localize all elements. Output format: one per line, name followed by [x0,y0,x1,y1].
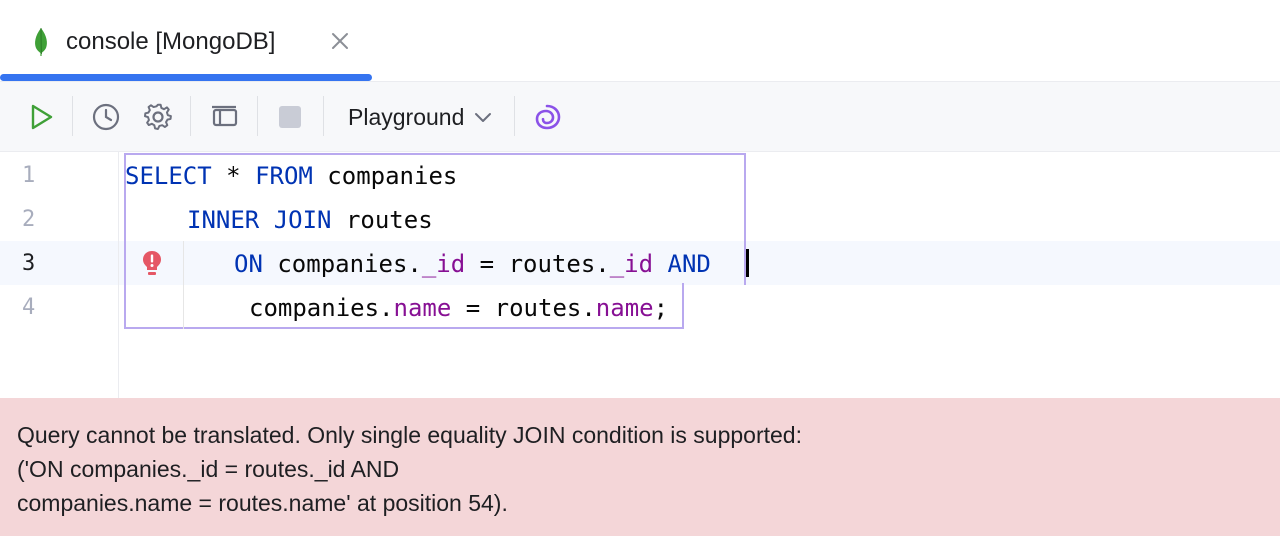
code-line-2[interactable]: INNER JOIN routes [187,198,433,242]
code-token: * [211,162,256,190]
settings-button[interactable] [141,100,175,134]
field-name: _id [609,250,654,278]
gutter-divider [118,152,119,398]
toolbar-separator [190,96,191,136]
run-icon [31,104,53,130]
ai-assistant-icon [535,104,561,130]
error-message-line: ('ON companies._id = routes._id AND [17,456,400,482]
mode-dropdown[interactable]: Playground [340,98,492,136]
stop-icon [279,106,301,128]
code-line-4[interactable]: companies.name = routes.name; [249,286,668,330]
mongodb-leaf-icon [35,27,47,56]
stop-button[interactable] [273,100,307,134]
line-number: 1 [22,163,36,188]
error-message-panel: Query cannot be translated. Only single … [0,398,1280,536]
sql-keyword: JOIN [273,206,332,234]
code-token: companies. [262,250,422,278]
toolbar-separator [72,96,73,136]
error-message: Query cannot be translated. Only single … [17,418,802,520]
code-token: companies [312,162,458,190]
ai-assistant-button[interactable] [530,100,564,134]
error-message-line: companies.name = routes.name' at positio… [17,490,508,516]
field-name: name [393,294,452,322]
mode-label: Playground [348,103,465,130]
code-token: ; [653,294,669,322]
sql-keyword: ON [234,250,263,278]
line-number: 3 [22,251,36,276]
code-token: routes [331,206,433,234]
code-line-3[interactable]: ON companies._id = routes._id AND [234,242,711,286]
tab-console-mongodb[interactable]: console [MongoDB] [0,0,372,82]
toolbar-separator [323,96,324,136]
sql-keyword: INNER [187,206,260,234]
code-line-1[interactable]: SELECT * FROM companies [125,154,457,198]
text-caret [746,249,749,277]
panel-layout-icon [212,105,238,127]
field-name: _id [421,250,466,278]
run-button[interactable] [24,100,58,134]
console-toolbar: Playground [0,82,1280,152]
sql-keyword: FROM [255,162,313,190]
active-tab-indicator [0,74,372,81]
code-token: = routes. [465,250,610,278]
chevron-down-icon [475,113,492,122]
gear-icon [143,103,172,130]
error-message-line: Query cannot be translated. Only single … [17,422,802,448]
code-token: = routes. [451,294,596,322]
history-icon [92,103,120,131]
toolbar-separator [257,96,258,136]
error-bulb-icon[interactable] [141,250,163,276]
sql-keyword: AND [667,250,711,278]
line-number: 4 [22,295,36,320]
close-icon[interactable] [329,30,351,52]
tab-title: console [MongoDB] [66,28,276,55]
layout-button[interactable] [207,100,241,134]
code-editor[interactable]: 1 2 3 4 SELECT * FROM companies INNER JO… [0,152,1280,398]
line-number: 2 [22,207,36,232]
field-name: name [595,294,654,322]
sql-keyword: SELECT [125,162,212,190]
toolbar-separator [514,96,515,136]
editor-tab-bar: console [MongoDB] [0,0,1280,82]
indent-guide [183,241,184,329]
history-button[interactable] [89,100,123,134]
code-token: companies. [249,294,394,322]
